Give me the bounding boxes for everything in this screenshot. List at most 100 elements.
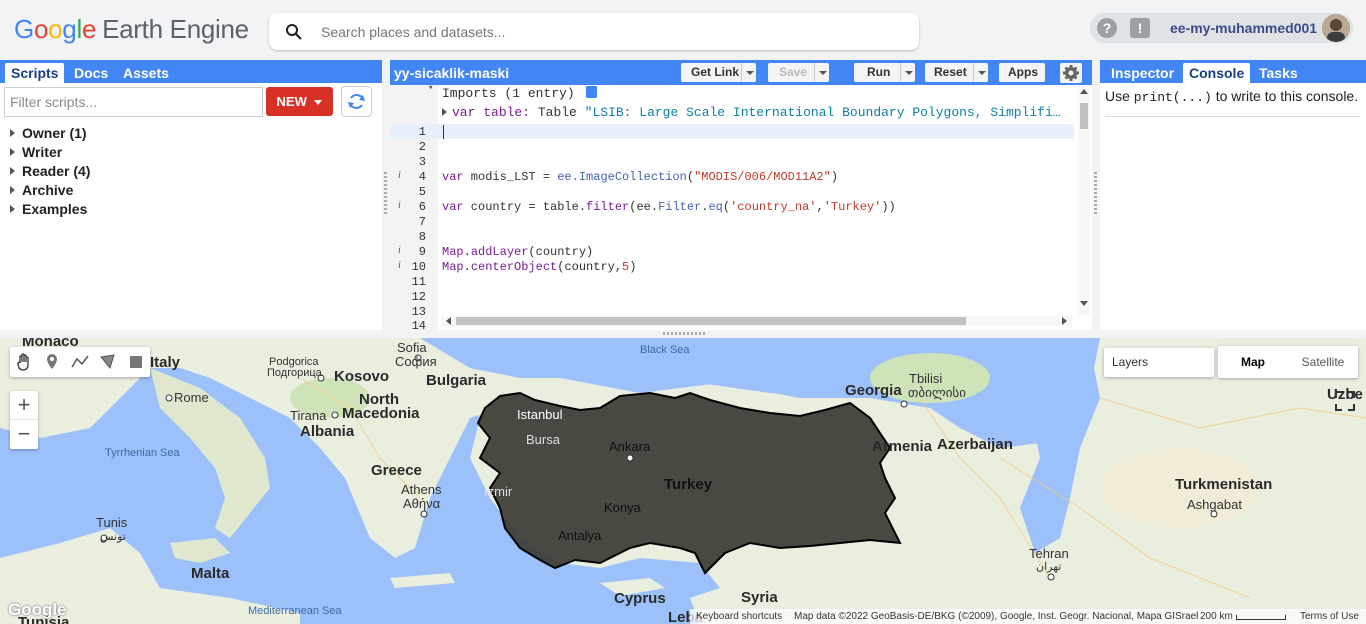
map-label-turkmenistan: Turkmenistan [1175,476,1273,493]
tree-item-examples[interactable]: Examples [10,199,90,218]
right-panel: Inspector Console Tasks Use print(...) t… [1100,60,1366,330]
tab-scripts[interactable]: Scripts [5,63,65,83]
search-input[interactable] [321,21,901,43]
map-label-mediterranean-sea: Mediterranean Sea [248,605,342,617]
tab-inspector[interactable]: Inspector [1105,63,1180,83]
layers-button[interactable]: Layers [1104,348,1214,377]
map-label-tbilisi-ka: თბილისი [908,385,966,400]
tab-tasks[interactable]: Tasks [1253,63,1304,83]
caret-down-icon[interactable]: ▾ [428,83,433,93]
avatar[interactable] [1322,14,1350,42]
info-icon[interactable]: i [398,170,401,181]
feedback-icon[interactable]: ! [1130,18,1150,38]
new-script-button[interactable]: NEW [266,87,333,116]
script-title[interactable]: yy-sicaklik-maski [394,65,509,81]
tree-item-reader[interactable]: Reader (4) [10,161,90,180]
left-splitter[interactable] [382,60,390,330]
map-view[interactable]: Monaco Italy Rome Tyrrhenian Sea Tunis ت… [0,338,1366,624]
info-icon[interactable]: i [398,200,401,211]
code-line-10[interactable]: Map.centerObject(country,5) [442,260,636,274]
tree-item-writer[interactable]: Writer [10,142,90,161]
code-line-9[interactable]: Map.addLayer(country) [442,245,593,259]
editor-vertical-scrollbar[interactable] [1078,85,1090,315]
settings-button[interactable] [1060,63,1082,83]
search-box[interactable] [269,13,919,50]
tree-item-owner[interactable]: Owner (1) [10,123,90,142]
tab-console[interactable]: Console [1183,63,1251,83]
map-label-konya: Konya [604,500,641,515]
dropdown-arrow-icon[interactable] [741,63,756,82]
scroll-down-arrow-icon[interactable] [1080,301,1088,306]
get-link-button[interactable]: Get Link [681,63,756,82]
filter-scripts-input[interactable] [4,87,263,117]
caret-right-icon [10,147,15,156]
run-button[interactable]: Run [854,63,915,82]
info-icon[interactable]: i [398,260,401,271]
tree-item-archive[interactable]: Archive [10,180,90,199]
map-label-tunis: Tunis [96,515,128,530]
dropdown-arrow-icon[interactable] [814,63,829,82]
document-icon[interactable] [586,86,598,98]
code-line-6[interactable]: var country = table.filter(ee.Filter.eq(… [442,200,896,214]
earth-engine-logo[interactable]: Google Earth Engine [14,14,249,45]
editor-horizontal-scrollbar[interactable] [442,316,1072,326]
zoom-out-button[interactable]: − [10,420,38,449]
code-line-4[interactable]: var modis_LST = ee.ImageCollection("MODI… [442,170,838,184]
keyboard-shortcuts-link[interactable]: Keyboard shortcuts [696,609,782,624]
info-icon[interactable]: i [398,245,401,256]
map-splitter[interactable] [0,330,1366,338]
refresh-button[interactable] [341,86,372,117]
help-icon[interactable]: ? [1097,18,1117,38]
top-header: GoogleEarth Engine ? ! ee-my-muhammed001 [0,0,1366,60]
imports-header[interactable]: ▾ Imports (1 entry) [428,83,598,101]
map-label-azerbaijan: Azerbaijan [937,436,1013,453]
map-label-cyprus: Cyprus [614,590,666,607]
user-project-name[interactable]: ee-my-muhammed001 [1170,20,1317,36]
map-label-macedonia: Macedonia [342,405,420,422]
map-label-black-sea: Black Sea [640,344,690,356]
map-type-satellite-button[interactable]: Satellite [1288,346,1358,378]
dropdown-arrow-icon[interactable] [900,63,915,82]
map-label-sofia-bg: София [395,354,437,369]
active-line-highlight [390,124,1074,139]
scroll-right-arrow-icon[interactable] [1062,317,1067,325]
tab-assets[interactable]: Assets [117,63,175,83]
import-table-line[interactable]: var table: Table "LSIB: Large Scale Inte… [442,105,1062,120]
map-label-tyrrhenian-sea: Tyrrhenian Sea [105,447,180,459]
google-logo: Google [8,600,67,619]
scrollbar-thumb[interactable] [1080,103,1088,129]
zoom-in-button[interactable]: + [10,391,38,420]
map-label-kosovo: Kosovo [334,368,390,385]
gear-icon [1063,65,1079,81]
save-button[interactable]: Save [768,63,829,82]
scrollbar-thumb[interactable] [456,317,966,325]
map-label-tbilisi: Tbilisi [909,371,943,386]
drawing-tools [10,347,150,377]
polyline-icon[interactable] [69,351,91,373]
zoom-control: + − [10,391,38,449]
console-divider [1105,116,1360,117]
map-label-ankara: Ankara [609,439,651,454]
apps-button[interactable]: Apps [999,63,1045,82]
map-label-athens: Athens [401,482,442,497]
tab-docs[interactable]: Docs [68,63,114,83]
map-label-albania: Albania [300,423,355,440]
fullscreen-icon[interactable] [1334,390,1356,412]
reset-button[interactable]: Reset [925,63,988,82]
point-marker-icon[interactable] [41,351,63,373]
map-label-greece: Greece [371,462,422,479]
map-type-map-button[interactable]: Map [1218,346,1288,378]
terms-of-use-link[interactable]: Terms of Use [1300,609,1359,624]
map-label-tehran-fa: تهران [1036,561,1062,573]
left-tab-bar: Scripts Docs Assets [0,60,382,83]
polygon-icon[interactable] [97,351,119,373]
hand-pan-icon[interactable] [13,351,35,373]
map-label-tunis-ar: تونس [100,531,126,543]
right-splitter[interactable] [1092,60,1100,330]
dropdown-arrow-icon[interactable] [973,63,988,82]
caret-right-icon [10,185,15,194]
scroll-up-arrow-icon[interactable] [1080,89,1088,94]
rectangle-icon[interactable] [125,351,147,373]
editor-toolbar: yy-sicaklik-maski Get Link Save Run Rese… [390,60,1092,85]
scroll-left-arrow-icon[interactable] [446,317,451,325]
